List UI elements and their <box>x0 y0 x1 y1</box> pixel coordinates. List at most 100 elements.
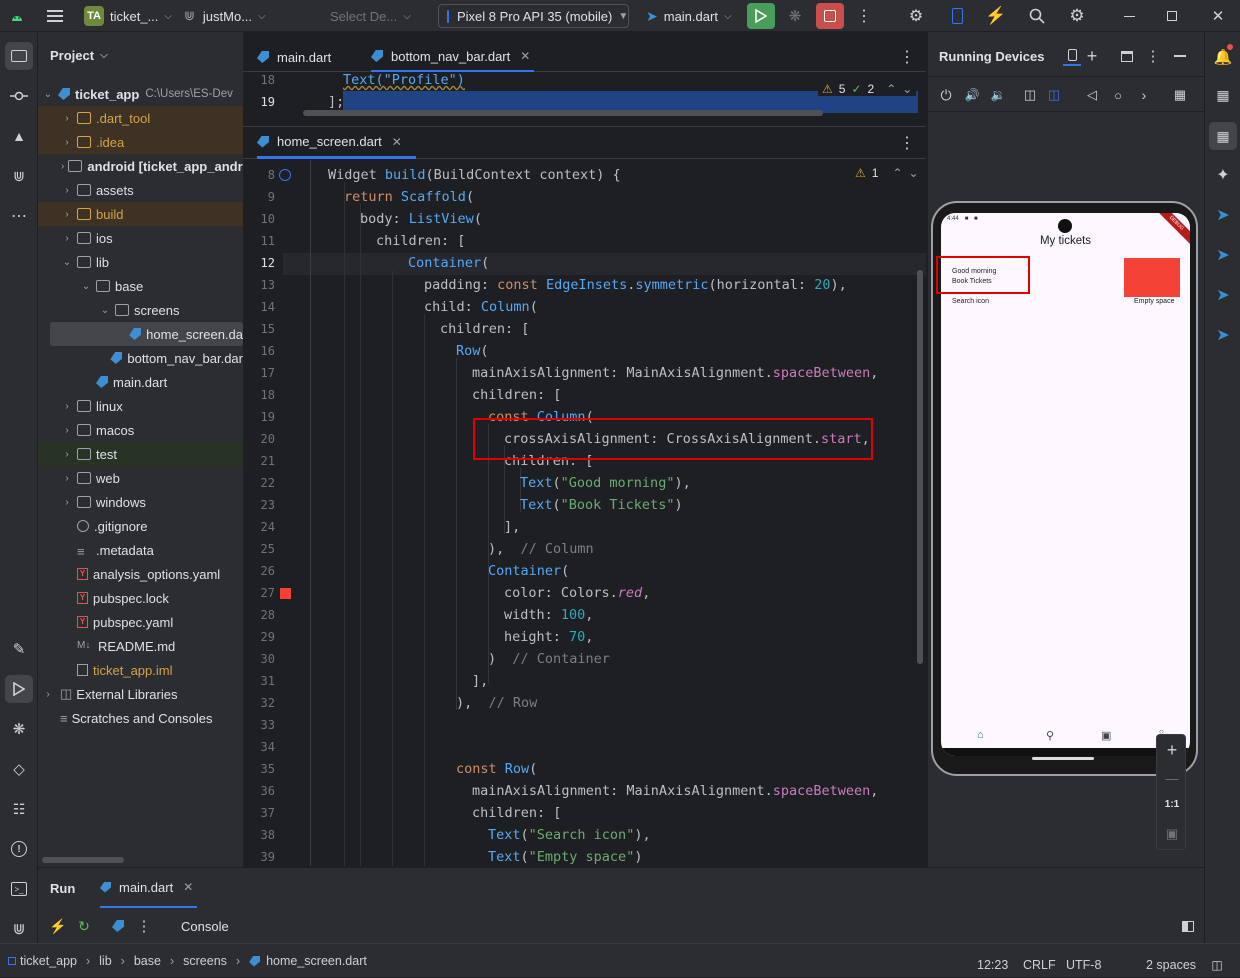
line-separator[interactable]: CRLF <box>1023 958 1056 972</box>
tree-item[interactable]: bottom_nav_bar.dar <box>38 346 243 370</box>
maximize-window-icon[interactable] <box>1160 6 1184 26</box>
project-tool-folder-icon[interactable] <box>5 42 33 70</box>
emulator-screen[interactable]: 4:44 ■ ■ DEBUG My tickets Good morning B… <box>941 213 1190 756</box>
indent-setting[interactable]: 2 spaces <box>1146 958 1196 972</box>
tree-item[interactable]: ticket_app.iml <box>38 658 243 682</box>
vcs-branch-switcher[interactable]: ⋓ justMo... ⌵ <box>184 0 266 32</box>
device-manager-icon[interactable] <box>945 6 969 26</box>
settings-gear-icon[interactable]: ⚙ <box>1065 6 1089 26</box>
services-diamond-icon[interactable]: ◇ <box>5 755 33 783</box>
next-highlight-icon[interactable]: ⌄ <box>902 82 912 96</box>
tree-item[interactable]: main.dart <box>38 370 243 394</box>
minimize-window-icon[interactable] <box>1117 6 1141 26</box>
tree-item[interactable]: › macos <box>38 418 243 442</box>
tree-item[interactable]: Ypubspec.lock <box>38 586 243 610</box>
debug-tool-icon[interactable]: ❋ <box>5 715 33 743</box>
structure-icon[interactable]: ▲ <box>5 122 33 150</box>
inspection-widget[interactable]: ⚠ 5 ✓ 2 ⌃ ⌄ <box>818 82 917 96</box>
terminal-icon[interactable]: >_ <box>5 875 33 903</box>
tree-item[interactable]: ⌄ screens <box>38 298 243 322</box>
home-icon[interactable]: ○ <box>1108 85 1128 105</box>
debug-icon[interactable]: ❋ <box>784 6 806 26</box>
caret-position[interactable]: 12:23 <box>977 958 1008 972</box>
tree-item[interactable]: › .dart_tool <box>38 106 243 130</box>
breadcrumb-item[interactable]: ticket_app <box>20 954 77 968</box>
app-inspection-icon[interactable]: ☷ <box>5 795 33 823</box>
search-icon[interactable] <box>1025 6 1049 26</box>
version-control-icon[interactable]: ⋓ <box>5 915 33 943</box>
close-tab-icon[interactable]: ✕ <box>392 135 402 149</box>
layout-toggle-icon[interactable] <box>1178 916 1198 936</box>
inspection-widget[interactable]: ⚠ 1 ⌃ ⌄ <box>855 166 919 180</box>
tree-item[interactable]: › android [ticket_app_andro <box>38 154 243 178</box>
breadcrumb-item[interactable]: home_screen.dart <box>266 954 367 968</box>
project-switcher[interactable]: TA ticket_... ⌵ <box>84 0 172 32</box>
prev-highlight-icon[interactable]: ⌃ <box>886 82 896 96</box>
nav-ticket-icon[interactable]: ▣ <box>1101 729 1111 742</box>
hot-restart-icon[interactable]: ↻ <box>74 916 94 936</box>
run-config-tab[interactable]: main.dart ✕ <box>100 868 198 908</box>
lock-icon[interactable]: ◫ <box>1208 956 1226 974</box>
tree-item[interactable]: M↓ README.md <box>38 634 243 658</box>
tree-item[interactable]: › test <box>38 442 243 466</box>
rotate-left-icon[interactable]: ◫ <box>1020 85 1040 105</box>
more-tools-icon[interactable]: ⋯ <box>5 202 33 230</box>
device-tab-icon[interactable] <box>1063 46 1081 66</box>
color-swatch-icon[interactable] <box>280 588 291 599</box>
flutter-performance-icon[interactable]: ➤ <box>1209 282 1237 308</box>
gemini-sparkle-icon[interactable]: ✦ <box>1209 162 1237 188</box>
stop-button[interactable] <box>816 3 844 29</box>
pull-requests-icon[interactable]: ⋓ <box>5 162 33 190</box>
tree-item[interactable]: › web <box>38 466 243 490</box>
tree-scratches[interactable]: ≡ Scratches and Consoles <box>38 706 243 730</box>
tree-item[interactable]: › linux <box>38 394 243 418</box>
tree-item[interactable]: › .idea <box>38 130 243 154</box>
tab-bottom-nav-bar-dart[interactable]: bottom_nav_bar.dart ✕ <box>371 42 535 72</box>
panel-layout-icon[interactable] <box>1118 46 1136 66</box>
tree-item[interactable]: ≡ .metadata <box>38 538 243 562</box>
tabs-more-icon[interactable]: ⋮ <box>897 47 917 67</box>
hot-reload-icon[interactable]: ⚡ <box>984 6 1008 26</box>
zoom-out-icon[interactable]: — <box>1160 767 1184 789</box>
zoom-in-icon[interactable]: + <box>1160 739 1184 761</box>
close-tab-icon[interactable]: ✕ <box>183 880 193 894</box>
main-menu-icon[interactable] <box>44 6 66 26</box>
tree-item[interactable]: › windows <box>38 490 243 514</box>
horizontal-scrollbar[interactable] <box>303 110 823 116</box>
tree-item[interactable]: Yanalysis_options.yaml <box>38 562 243 586</box>
nav-home-icon[interactable]: ⌂ <box>977 729 984 741</box>
rotate-right-icon[interactable]: ◫ <box>1044 85 1064 105</box>
device-manager-icon[interactable]: ▦ <box>1209 82 1237 108</box>
tab-home-screen-dart[interactable]: home_screen.dart ✕ <box>257 127 416 159</box>
run-tool-icon[interactable] <box>5 675 33 703</box>
overview-icon[interactable]: › <box>1134 85 1154 105</box>
tree-item[interactable]: › build <box>38 202 243 226</box>
select-device-dropdown[interactable]: Select De... ⌵ <box>330 0 411 32</box>
prev-highlight-icon[interactable]: ⌃ <box>892 166 902 180</box>
run-more-icon[interactable]: ⋮ <box>134 916 154 936</box>
commit-icon[interactable] <box>5 82 33 110</box>
breadcrumb-item[interactable]: screens <box>183 954 227 968</box>
device-selector[interactable]: Pixel 8 Pro API 35 (mobile) ▼ <box>438 4 629 28</box>
problems-icon[interactable]: ! <box>5 835 33 863</box>
tree-item[interactable]: home_screen.da <box>50 322 243 346</box>
panel-options-icon[interactable]: ⋮ <box>1144 46 1162 66</box>
code-editor[interactable]: 8 9 10 11 12 13 14 15 16 17 18 19 20 21 22 23 24 25 26 27 28… <box>243 160 926 866</box>
power-icon[interactable]: ⏻ <box>936 85 956 105</box>
file-encoding[interactable]: UTF-8 <box>1066 958 1101 972</box>
tree-item[interactable]: .gitignore <box>38 514 243 538</box>
back-icon[interactable]: ◁ <box>1082 85 1102 105</box>
vertical-scrollbar[interactable] <box>917 270 923 664</box>
tree-item[interactable]: › assets <box>38 178 243 202</box>
bug-attach-icon[interactable]: ⚙ <box>904 6 928 26</box>
close-tab-icon[interactable]: ✕ <box>520 49 530 63</box>
tree-item[interactable]: › ios <box>38 226 243 250</box>
add-device-icon[interactable]: + <box>1083 46 1101 66</box>
tab-main-dart[interactable]: main.dart <box>257 42 331 72</box>
tree-item[interactable]: Ypubspec.yaml <box>38 610 243 634</box>
devtools-icon[interactable] <box>108 916 128 936</box>
run-config-selector[interactable]: ➤ main.dart ⌵ <box>646 0 732 32</box>
running-devices-tool-icon[interactable]: ▦ <box>1209 122 1237 150</box>
nav-search-icon[interactable]: ⚲ <box>1046 729 1054 742</box>
volume-up-icon[interactable]: 🔊 <box>962 85 982 105</box>
